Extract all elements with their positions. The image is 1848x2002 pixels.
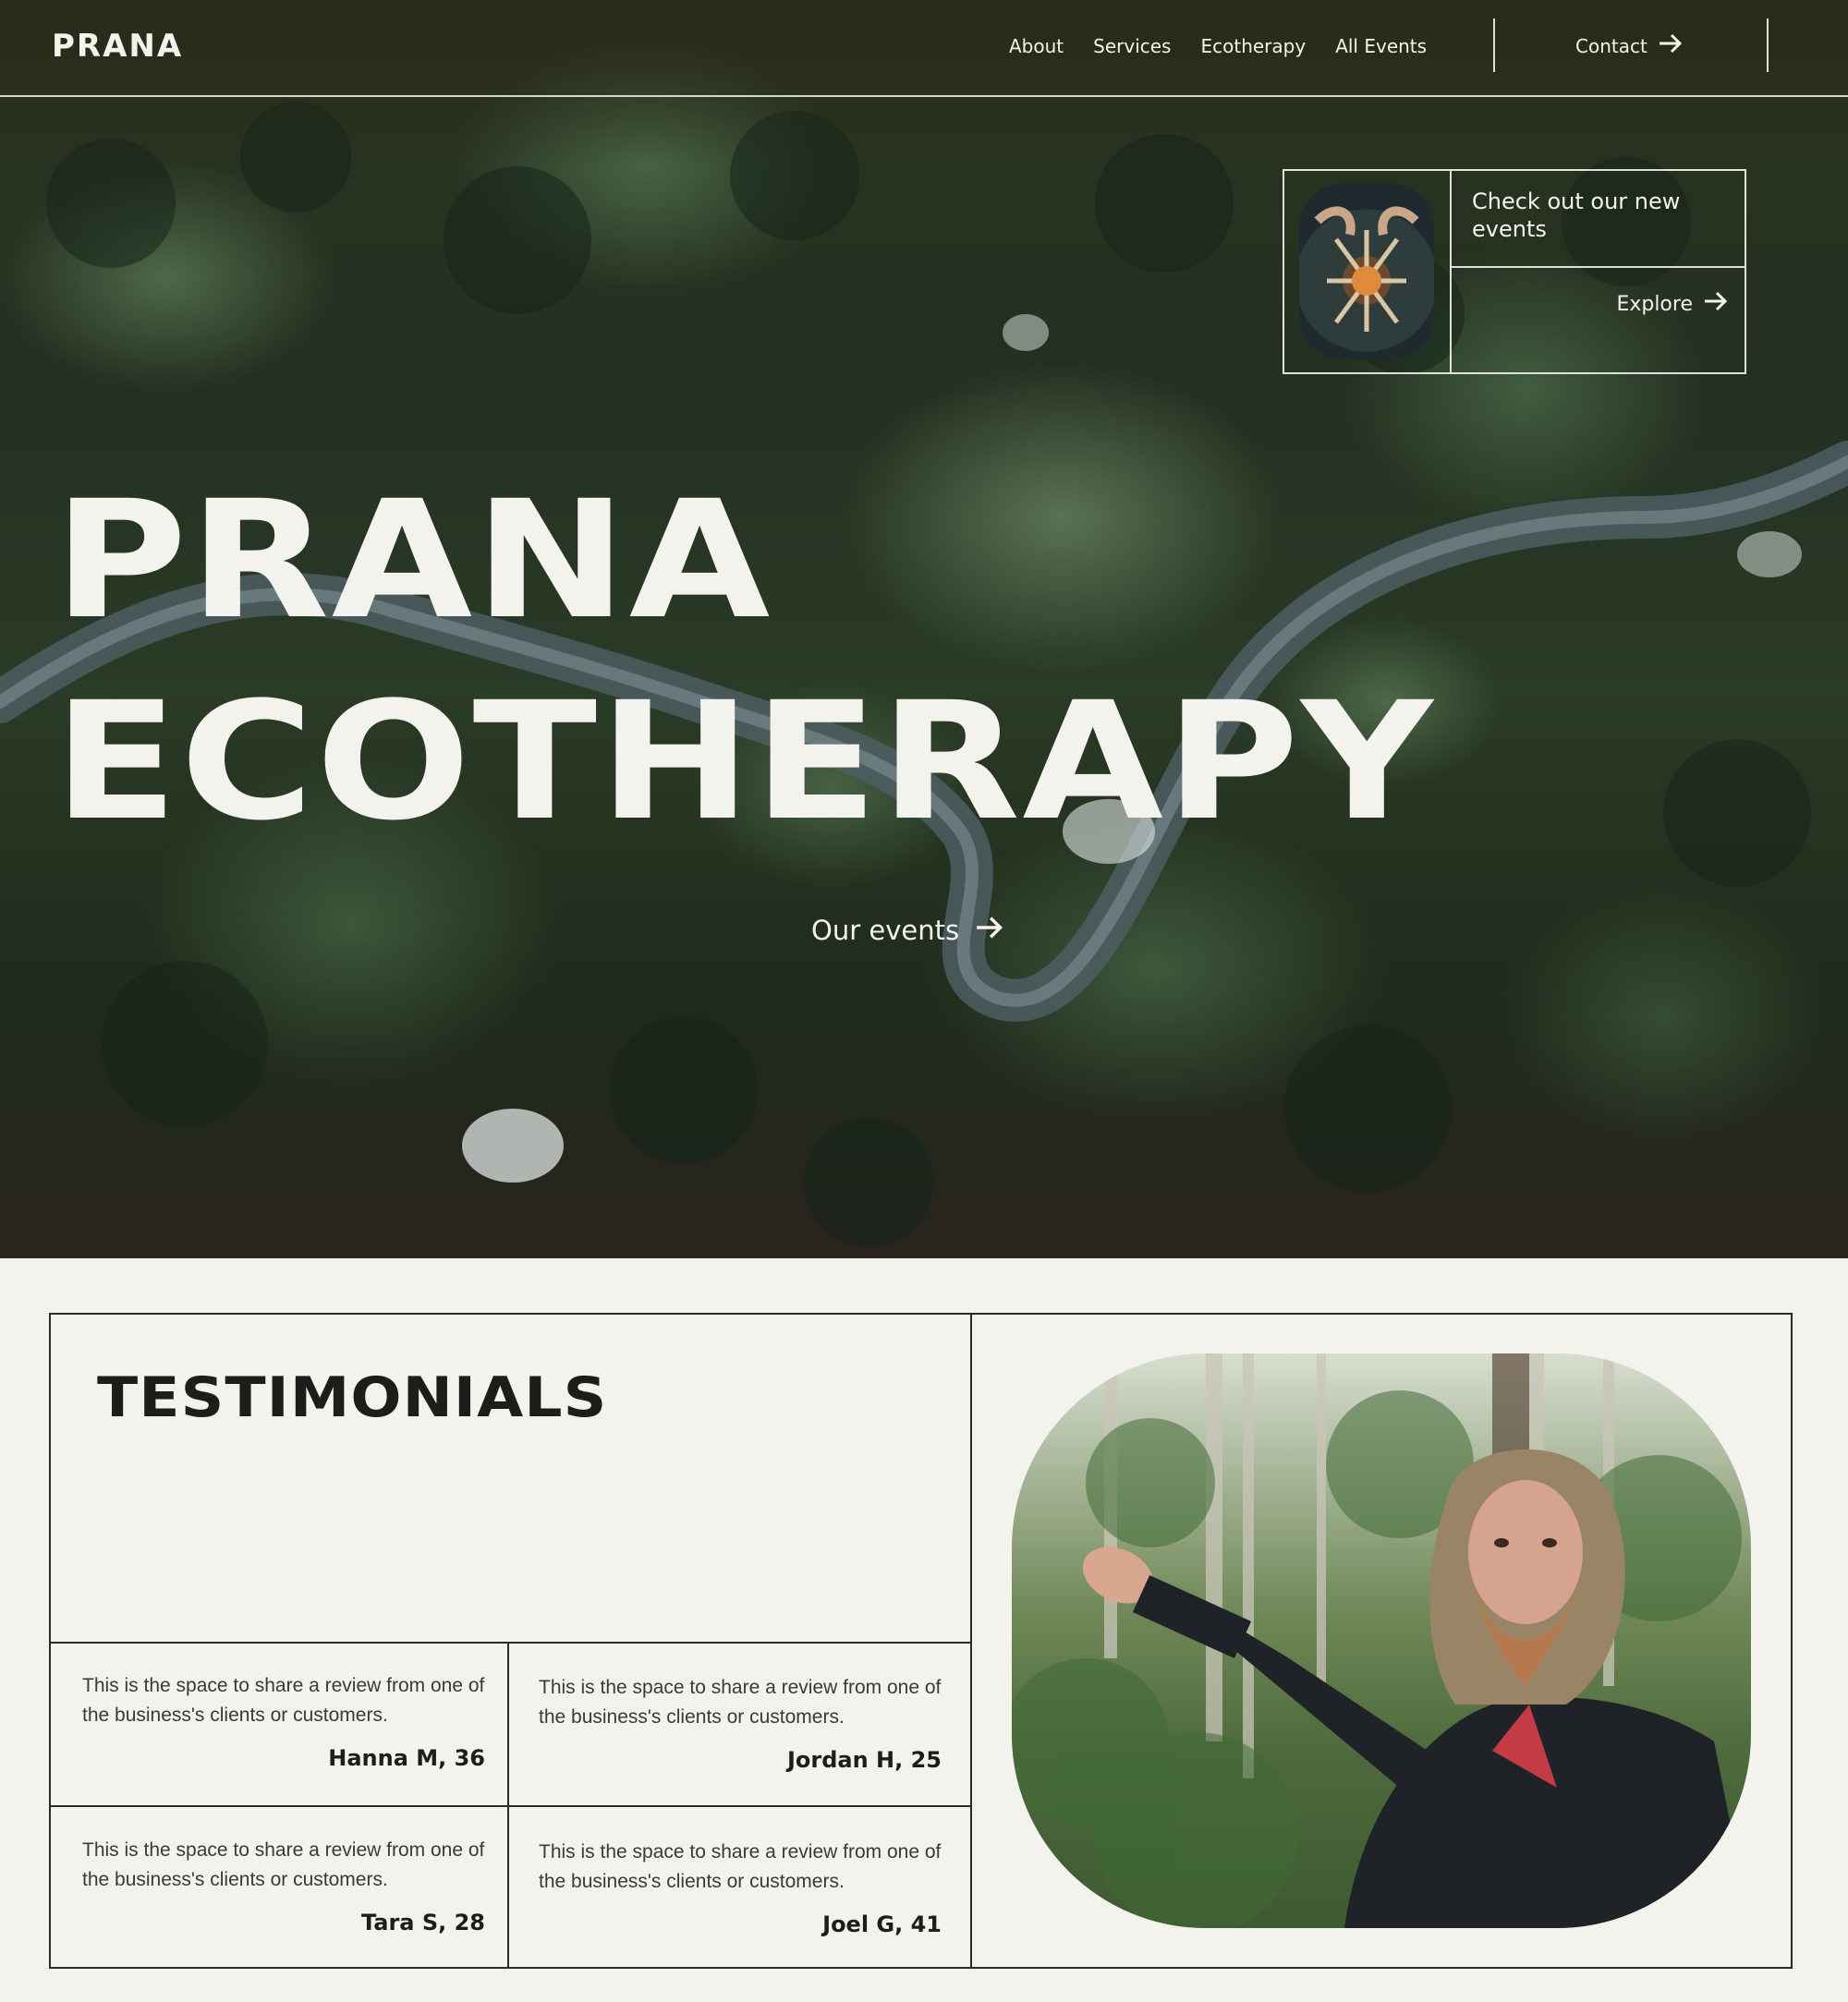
- review-card: This is the space to share a review from…: [82, 1671, 489, 1771]
- logo[interactable]: PRANA: [52, 28, 183, 65]
- promo-divider: [1450, 266, 1745, 268]
- explore-button[interactable]: Explore: [1616, 291, 1728, 317]
- hero-title-line-2: ECOTHERAPY: [54, 667, 1435, 856]
- review-text: This is the space to share a review from…: [82, 1675, 485, 1726]
- nav-link-services[interactable]: Services: [1093, 35, 1171, 57]
- promo-image-frame: [1284, 171, 1452, 372]
- review-author: Tara S, 28: [360, 1910, 485, 1935]
- explore-label: Explore: [1616, 292, 1693, 316]
- nav-divider: [1493, 18, 1495, 72]
- review-text: This is the space to share a review from…: [82, 1839, 485, 1890]
- testimonials-section: TESTIMONIALS This is the space to share …: [49, 1313, 1793, 1969]
- contact-button[interactable]: Contact: [1575, 33, 1683, 58]
- grid-divider: [51, 1642, 970, 1644]
- nav-divider: [1767, 18, 1769, 72]
- nav-link-ecotherapy[interactable]: Ecotherapy: [1200, 35, 1306, 57]
- top-nav: PRANA About Services Ecotherapy All Even…: [0, 0, 1848, 97]
- review-text: This is the space to share a review from…: [539, 1677, 942, 1728]
- guide-portrait-image: [1012, 1353, 1751, 1928]
- arrow-right-icon: [1704, 291, 1728, 317]
- review-author: Hanna M, 36: [328, 1745, 485, 1771]
- hero-section: PRANA About Services Ecotherapy All Even…: [0, 0, 1848, 1258]
- nav-link-about[interactable]: About: [1009, 35, 1064, 57]
- review-card: This is the space to share a review from…: [539, 1838, 945, 1937]
- review-text: This is the space to share a review from…: [539, 1841, 942, 1892]
- contact-label: Contact: [1575, 34, 1647, 57]
- review-card: This is the space to share a review from…: [82, 1836, 489, 1935]
- nav-link-all-events[interactable]: All Events: [1335, 35, 1427, 57]
- campfire-image: [1299, 184, 1434, 359]
- hero-title-line-1: PRANA: [54, 466, 772, 655]
- review-author: Joel G, 41: [822, 1911, 942, 1937]
- our-events-button[interactable]: Our events: [811, 915, 1003, 946]
- our-events-label: Our events: [811, 915, 960, 946]
- hero-title: PRANA ECOTHERAPY: [54, 460, 1435, 863]
- grid-divider: [51, 1805, 970, 1807]
- new-events-card: Check out our new events Explore: [1283, 169, 1746, 374]
- arrow-right-icon: [976, 915, 1003, 946]
- nav-links: About Services Ecotherapy All Events: [1009, 35, 1456, 57]
- arrow-right-icon: [1659, 33, 1683, 58]
- promo-headline: Check out our new events: [1472, 188, 1681, 242]
- review-card: This is the space to share a review from…: [539, 1673, 945, 1773]
- review-author: Jordan H, 25: [786, 1747, 942, 1773]
- testimonials-title: TESTIMONIALS: [97, 1365, 608, 1430]
- grid-divider: [507, 1642, 509, 1967]
- section-divider: [970, 1315, 972, 1967]
